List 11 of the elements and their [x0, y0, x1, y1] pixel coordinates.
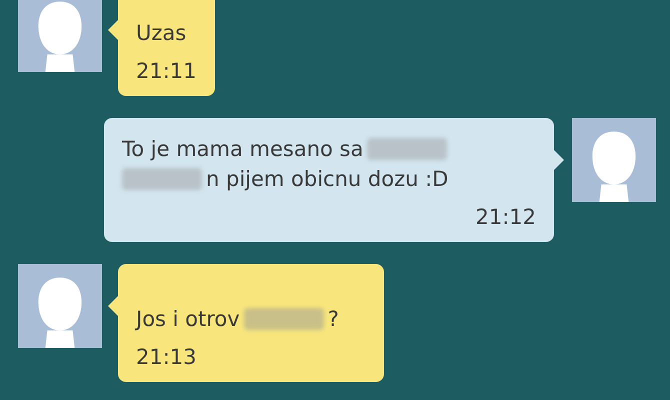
- avatar-icon: [18, 0, 102, 72]
- message-time: 21:11: [136, 59, 197, 83]
- message-text: n pijem obicnu dozu :D: [206, 166, 448, 193]
- message-text: ?: [328, 306, 339, 333]
- message-text: Jos i otrov: [136, 306, 240, 333]
- avatar-icon: [18, 264, 102, 348]
- avatar-icon: [572, 118, 656, 202]
- message-text: To je mama mesano sa: [122, 136, 364, 163]
- message-time: 21:12: [475, 205, 536, 229]
- message-time: 21:13: [136, 345, 197, 369]
- message-text: Uzas: [136, 20, 186, 47]
